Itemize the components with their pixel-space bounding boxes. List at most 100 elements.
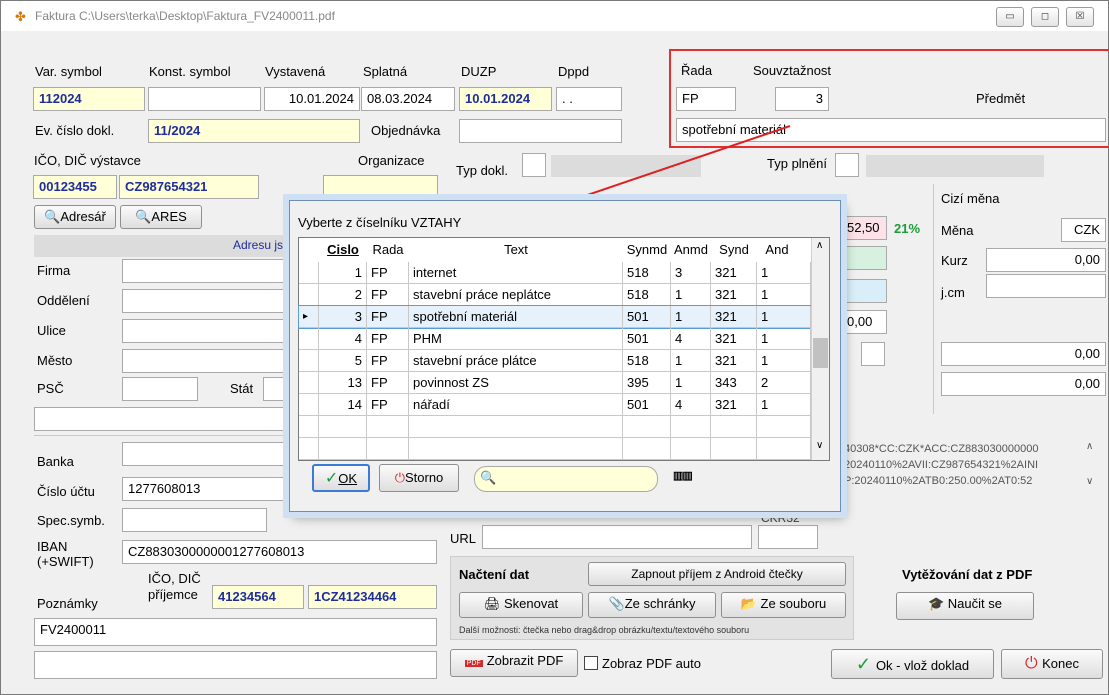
scroll-up-icon[interactable]: ∧ <box>816 240 823 251</box>
cell-and: 1 <box>757 350 811 372</box>
cell-text <box>409 438 623 460</box>
cell-synmd: 518 <box>623 284 671 306</box>
cell-anmd <box>671 438 711 460</box>
cell-cislo: 4 <box>319 328 367 350</box>
cell-text: stavební práce plátce <box>409 350 623 372</box>
col-header-anmd[interactable]: Anmd <box>671 238 711 262</box>
col-header-cislo[interactable]: Cislo <box>319 238 367 262</box>
cell-cislo: 5 <box>319 350 367 372</box>
col-header-synmd[interactable]: Synmd <box>623 238 671 262</box>
cell-synd: 321 <box>711 328 757 350</box>
cell-synmd: 501 <box>623 394 671 416</box>
table-row[interactable] <box>299 416 811 438</box>
col-header-text[interactable]: Text <box>409 238 623 262</box>
cell-synd <box>711 438 757 460</box>
grid-scrollbar[interactable]: ∧ ∨ <box>811 238 829 460</box>
cell-anmd: 1 <box>671 372 711 394</box>
cell-anmd: 1 <box>671 306 711 328</box>
cell-and: 1 <box>757 284 811 306</box>
col-header-rada[interactable]: Rada <box>367 238 409 262</box>
search-icon: 🔍 <box>480 470 497 485</box>
cell-rada: FP <box>367 262 409 284</box>
dialog-title: Vyberte z číselníku VZTAHY <box>298 215 462 230</box>
cell-rada <box>367 438 409 460</box>
cell-synd: 321 <box>711 394 757 416</box>
cell-rada: FP <box>367 350 409 372</box>
cell-cislo: 3 <box>319 306 367 328</box>
cell-synd: 321 <box>711 262 757 284</box>
cell-rada: FP <box>367 284 409 306</box>
cell-synd <box>711 416 757 438</box>
cell-synmd <box>623 416 671 438</box>
row-indicator <box>299 284 319 306</box>
table-row[interactable]: 5 FP stavební práce plátce 518 1 321 1 <box>299 350 811 372</box>
cell-and: 1 <box>757 328 811 350</box>
barcode-icon[interactable]: ▥▥ <box>673 469 693 482</box>
cell-rada: FP <box>367 372 409 394</box>
cell-text: spotřební materiál <box>409 306 623 328</box>
table-row[interactable] <box>299 438 811 460</box>
cell-cislo <box>319 438 367 460</box>
cell-synmd: 518 <box>623 262 671 284</box>
cell-synd: 321 <box>711 284 757 306</box>
cell-text: stavební práce neplátce <box>409 284 623 306</box>
row-indicator <box>299 372 319 394</box>
cell-synmd: 395 <box>623 372 671 394</box>
cell-and <box>757 416 811 438</box>
cell-cislo: 1 <box>319 262 367 284</box>
table-row[interactable]: 13 FP povinnost ZS 395 1 343 2 <box>299 372 811 394</box>
cell-text: nářadí <box>409 394 623 416</box>
cell-cislo <box>319 416 367 438</box>
table-row[interactable]: ▸ 3 FP spotřební materiál 501 1 321 1 <box>298 305 812 329</box>
row-indicator <box>299 262 319 284</box>
cell-cislo: 14 <box>319 394 367 416</box>
row-indicator: ▸ <box>299 306 319 328</box>
cell-synd: 321 <box>711 306 757 328</box>
cell-and: 1 <box>757 394 811 416</box>
cell-anmd: 4 <box>671 328 711 350</box>
dialog-storno-button[interactable]: ⏻Storno <box>379 464 459 492</box>
cell-cislo: 2 <box>319 284 367 306</box>
row-indicator <box>299 394 319 416</box>
cell-rada <box>367 416 409 438</box>
table-row[interactable]: 1 FP internet 518 3 321 1 <box>299 262 811 284</box>
row-indicator <box>299 350 319 372</box>
cell-synd: 321 <box>711 350 757 372</box>
cell-anmd: 3 <box>671 262 711 284</box>
cell-and: 1 <box>757 262 811 284</box>
cell-anmd: 1 <box>671 350 711 372</box>
cell-synmd <box>623 438 671 460</box>
cell-synmd: 501 <box>623 328 671 350</box>
cell-cislo: 13 <box>319 372 367 394</box>
check-icon: ✓ <box>324 470 339 487</box>
scroll-down-icon[interactable]: ∨ <box>816 440 823 451</box>
cell-text: povinnost ZS <box>409 372 623 394</box>
vztahy-grid: Cislo Rada Text Synmd Anmd Synd And 1 FP i… <box>298 237 830 461</box>
cell-rada: FP <box>367 394 409 416</box>
cell-text: PHM <box>409 328 623 350</box>
cell-and: 1 <box>757 306 811 328</box>
col-header-synd[interactable]: Synd <box>711 238 757 262</box>
cell-text <box>409 416 623 438</box>
row-indicator <box>299 438 319 460</box>
cell-and: 2 <box>757 372 811 394</box>
vztahy-dialog: Vyberte z číselníku VZTAHY Cislo Rada Te… <box>289 200 841 512</box>
cell-and <box>757 438 811 460</box>
cell-rada: FP <box>367 306 409 328</box>
cell-rada: FP <box>367 328 409 350</box>
col-header-and[interactable]: And <box>757 238 797 262</box>
dialog-ok-button[interactable]: ✓OK <box>312 464 370 492</box>
cell-anmd: 1 <box>671 284 711 306</box>
row-indicator <box>299 416 319 438</box>
table-row[interactable]: 14 FP nářadí 501 4 321 1 <box>299 394 811 416</box>
table-row[interactable]: 2 FP stavební práce neplátce 518 1 321 1 <box>299 284 811 306</box>
cell-synd: 343 <box>711 372 757 394</box>
cell-synmd: 518 <box>623 350 671 372</box>
scroll-thumb[interactable] <box>813 338 828 368</box>
dialog-search-input[interactable]: 🔍 <box>474 466 658 492</box>
cell-synmd: 501 <box>623 306 671 328</box>
table-row[interactable]: 4 FP PHM 501 4 321 1 <box>299 328 811 350</box>
power-icon: ⏻ <box>394 470 405 485</box>
cell-anmd <box>671 416 711 438</box>
cell-anmd: 4 <box>671 394 711 416</box>
